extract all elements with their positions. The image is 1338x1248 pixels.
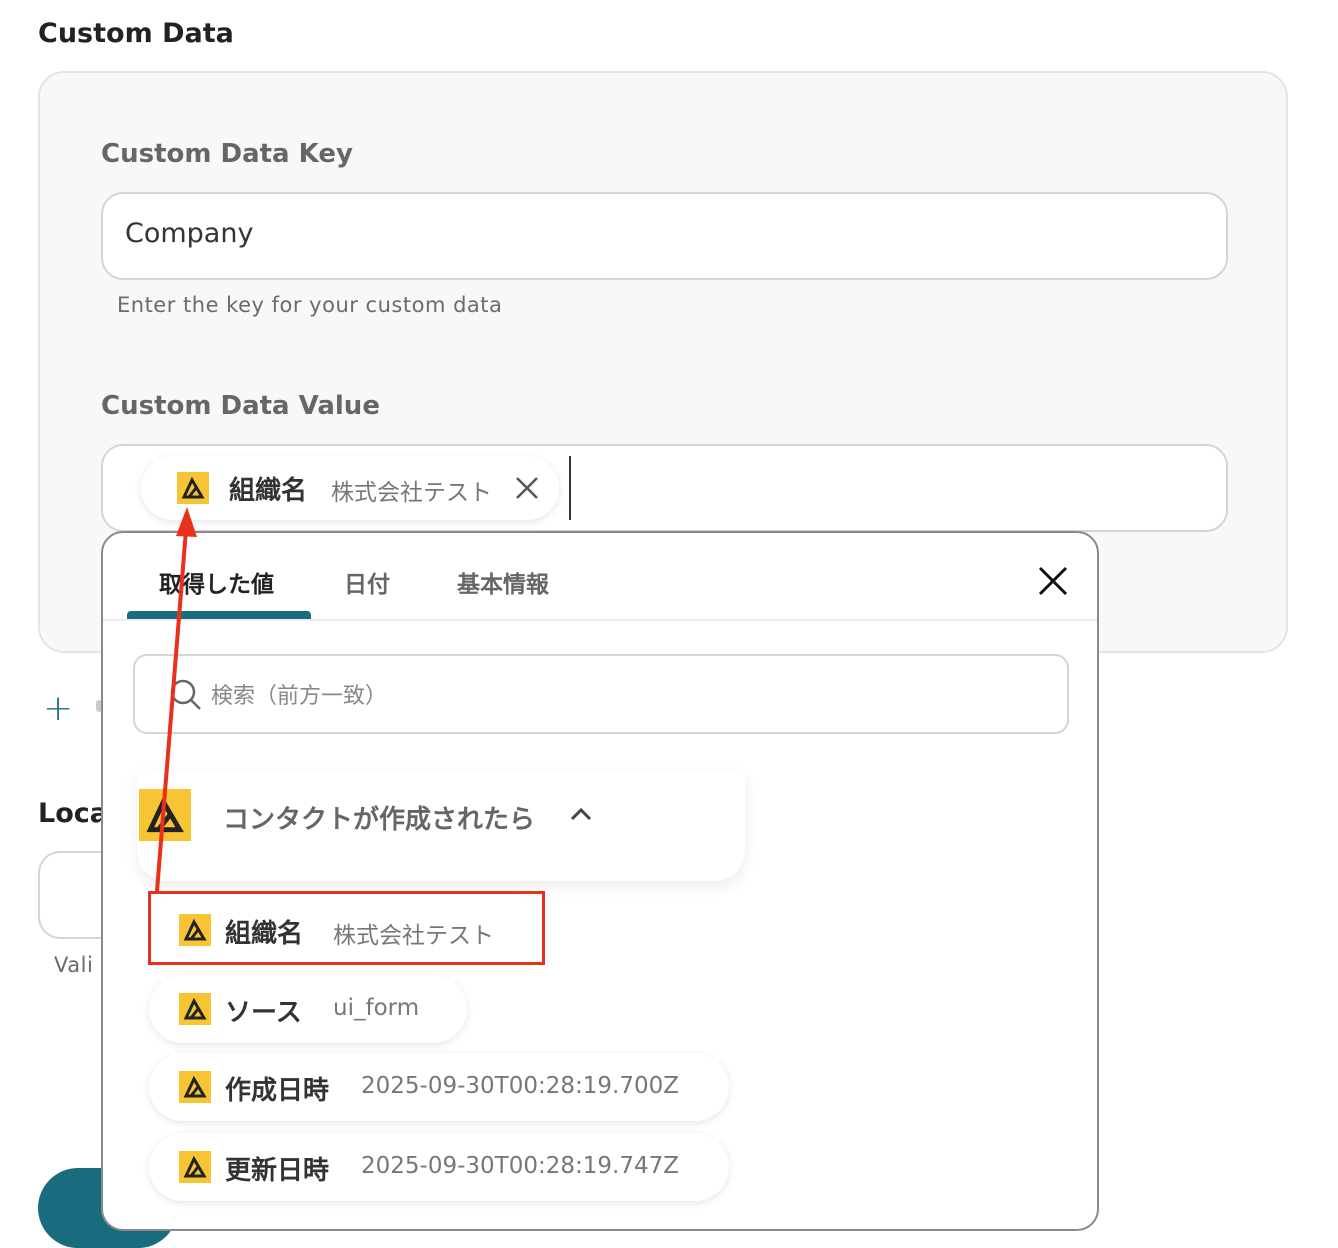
annotation-arrow [155, 507, 197, 892]
